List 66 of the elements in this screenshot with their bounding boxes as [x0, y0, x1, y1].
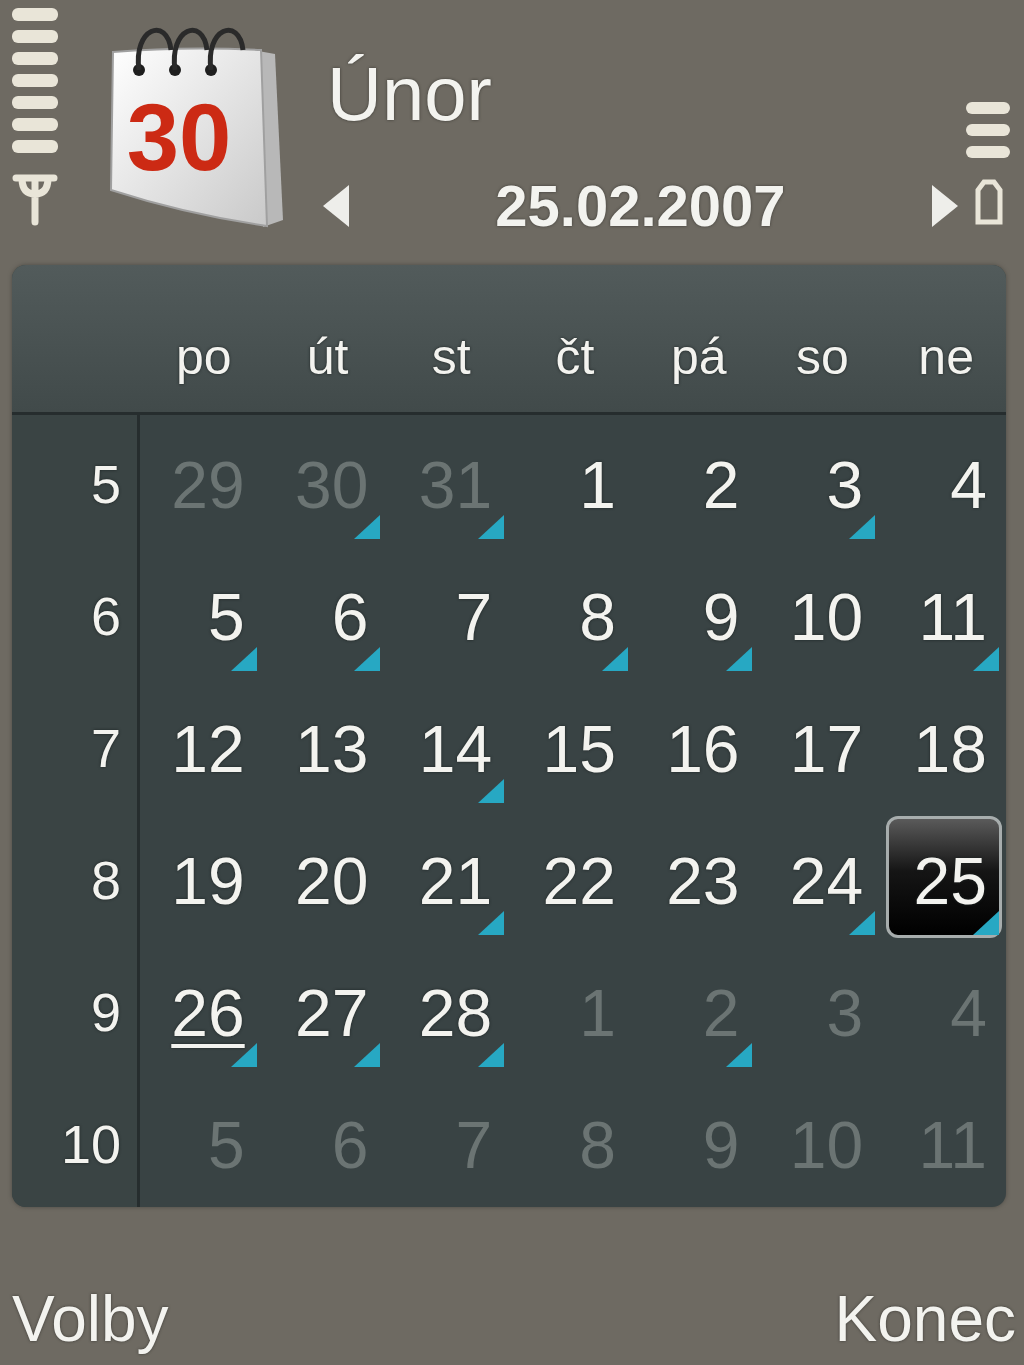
event-marker-icon — [849, 911, 876, 935]
event-marker-icon — [478, 515, 505, 539]
calendar-day[interactable]: 8 — [515, 552, 631, 674]
calendar-day[interactable]: 9 — [638, 552, 755, 674]
week-number: 10 — [12, 1075, 140, 1207]
event-marker-icon — [478, 911, 505, 935]
event-marker-icon — [725, 1043, 752, 1067]
calendar-day[interactable]: 20 — [267, 816, 384, 938]
battery-icon — [964, 100, 1012, 225]
calendar-day[interactable]: 13 — [267, 684, 384, 806]
calendar-day[interactable]: 26 — [144, 948, 260, 1070]
calendar-day[interactable]: 24 — [762, 816, 879, 938]
weekday-label: pá — [669, 332, 728, 387]
calendar-day[interactable]: 18 — [886, 684, 1002, 806]
event-marker-icon — [973, 647, 999, 671]
event-marker-icon — [601, 647, 628, 671]
weekday-label: po — [175, 332, 233, 387]
calendar-day[interactable]: 7 — [391, 552, 508, 674]
week-number: 8 — [12, 811, 140, 943]
week-number: 7 — [12, 679, 140, 811]
event-marker-icon — [230, 1043, 257, 1067]
exit-softkey[interactable]: Konec — [834, 1287, 1016, 1351]
calendar-day[interactable]: 21 — [391, 816, 508, 938]
weekday-label: čt — [554, 332, 596, 387]
calendar-day[interactable]: 3 — [762, 420, 879, 542]
calendar-day[interactable]: 12 — [144, 684, 260, 806]
calendar-day[interactable]: 10 — [762, 552, 879, 674]
weekday-label: so — [795, 332, 850, 387]
calendar-day[interactable]: 1 — [515, 420, 631, 542]
calendar-day[interactable]: 16 — [638, 684, 755, 806]
calendar-day[interactable]: 17 — [762, 684, 879, 806]
week-number: 6 — [12, 547, 140, 679]
icon-day-number: 30 — [126, 85, 232, 190]
weekday-label: út — [305, 332, 350, 387]
calendar-day[interactable]: 22 — [515, 816, 631, 938]
event-marker-icon — [849, 515, 876, 539]
calendar-day[interactable]: 6 — [267, 552, 384, 674]
week-number: 5 — [12, 415, 140, 547]
calendar-day[interactable]: 4 — [886, 420, 1002, 542]
month-title: Únor — [327, 56, 492, 132]
weekday-label: ne — [917, 332, 975, 387]
calendar-day[interactable]: 25 — [886, 816, 1002, 938]
event-marker-icon — [973, 911, 999, 935]
calendar-day[interactable]: 2 — [638, 420, 755, 542]
calendar-icon — [110, 27, 283, 227]
calendar-day[interactable]: 19 — [144, 816, 260, 938]
calendar-day[interactable]: 23 — [638, 816, 755, 938]
event-marker-icon — [354, 1043, 381, 1067]
event-marker-icon — [230, 647, 257, 671]
calendar-day[interactable]: 14 — [391, 684, 508, 806]
selected-date: 25.02.2007 — [494, 176, 787, 236]
calendar-day[interactable]: 27 — [267, 948, 384, 1070]
calendar-day[interactable]: 15 — [515, 684, 631, 806]
week-number: 9 — [12, 943, 140, 1075]
event-marker-icon — [354, 647, 381, 671]
calendar-day[interactable]: 28 — [391, 948, 508, 1070]
event-marker-icon — [478, 779, 505, 803]
signal-strength-icon — [10, 6, 60, 226]
calendar-day[interactable]: 5 — [144, 552, 260, 674]
left-arrow-icon — [323, 185, 349, 227]
event-marker-icon — [478, 1043, 505, 1067]
event-marker-icon — [354, 515, 381, 539]
event-marker-icon — [725, 647, 752, 671]
weekday-label: st — [430, 332, 472, 387]
calendar-day[interactable]: 11 — [886, 552, 1002, 674]
right-arrow-icon — [932, 185, 958, 227]
